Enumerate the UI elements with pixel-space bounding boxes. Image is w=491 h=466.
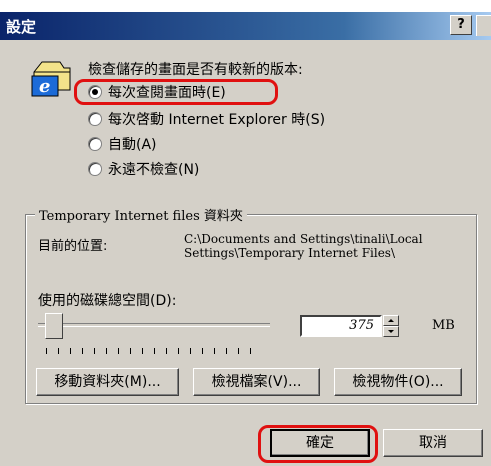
disk-space-input[interactable]: 375 [300, 315, 382, 337]
disk-space-slider-track[interactable] [38, 323, 270, 327]
slider-ticks [46, 348, 262, 354]
disk-space-slider-thumb[interactable] [45, 313, 63, 339]
radio-label: 自動(A) [108, 137, 157, 153]
radio-label: 永遠不檢查(N) [108, 162, 200, 178]
disk-space-unit: MB [432, 318, 455, 333]
groupbox-title: Temporary Internet files 資料夾 [35, 205, 247, 224]
radio-label: 每次啓動 Internet Explorer 時(S) [108, 112, 326, 128]
spin-down-icon[interactable] [383, 326, 399, 337]
radio-button[interactable] [88, 137, 102, 151]
cancel-button[interactable]: 取消 [383, 429, 483, 457]
title-bar: 設定 [0, 12, 491, 40]
disk-space-label: 使用的磁碟總空間(D): [38, 293, 177, 309]
location-value: C:\Documents and Settings\tinali\Local S… [184, 232, 423, 260]
help-button[interactable]: ? [450, 15, 472, 35]
svg-text:e: e [39, 76, 50, 97]
move-folder-button[interactable]: 移動資料夾(M)... [36, 368, 179, 396]
location-label: 目前的位置: [38, 239, 108, 254]
spin-up-icon[interactable] [383, 315, 399, 326]
window-title: 設定 [6, 18, 37, 36]
radio-never[interactable]: 永遠不檢查(N) [88, 159, 199, 179]
radio-button[interactable] [88, 112, 102, 126]
red-highlight-annotation [258, 425, 378, 463]
close-button[interactable] [476, 15, 491, 36]
radio-every-start[interactable]: 每次啓動 Internet Explorer 時(S) [88, 109, 325, 129]
check-prompt: 檢查儲存的畫面是否有較新的版本: [88, 62, 303, 78]
view-objects-button[interactable]: 檢視物件(O)... [334, 368, 462, 396]
radio-button[interactable] [88, 162, 102, 176]
red-highlight-annotation [74, 79, 278, 105]
disk-space-spinner[interactable] [383, 315, 399, 337]
internet-explorer-icon: e [31, 61, 71, 97]
radio-automatic[interactable]: 自動(A) [88, 134, 157, 154]
view-files-button[interactable]: 檢視檔案(V)... [193, 368, 320, 396]
